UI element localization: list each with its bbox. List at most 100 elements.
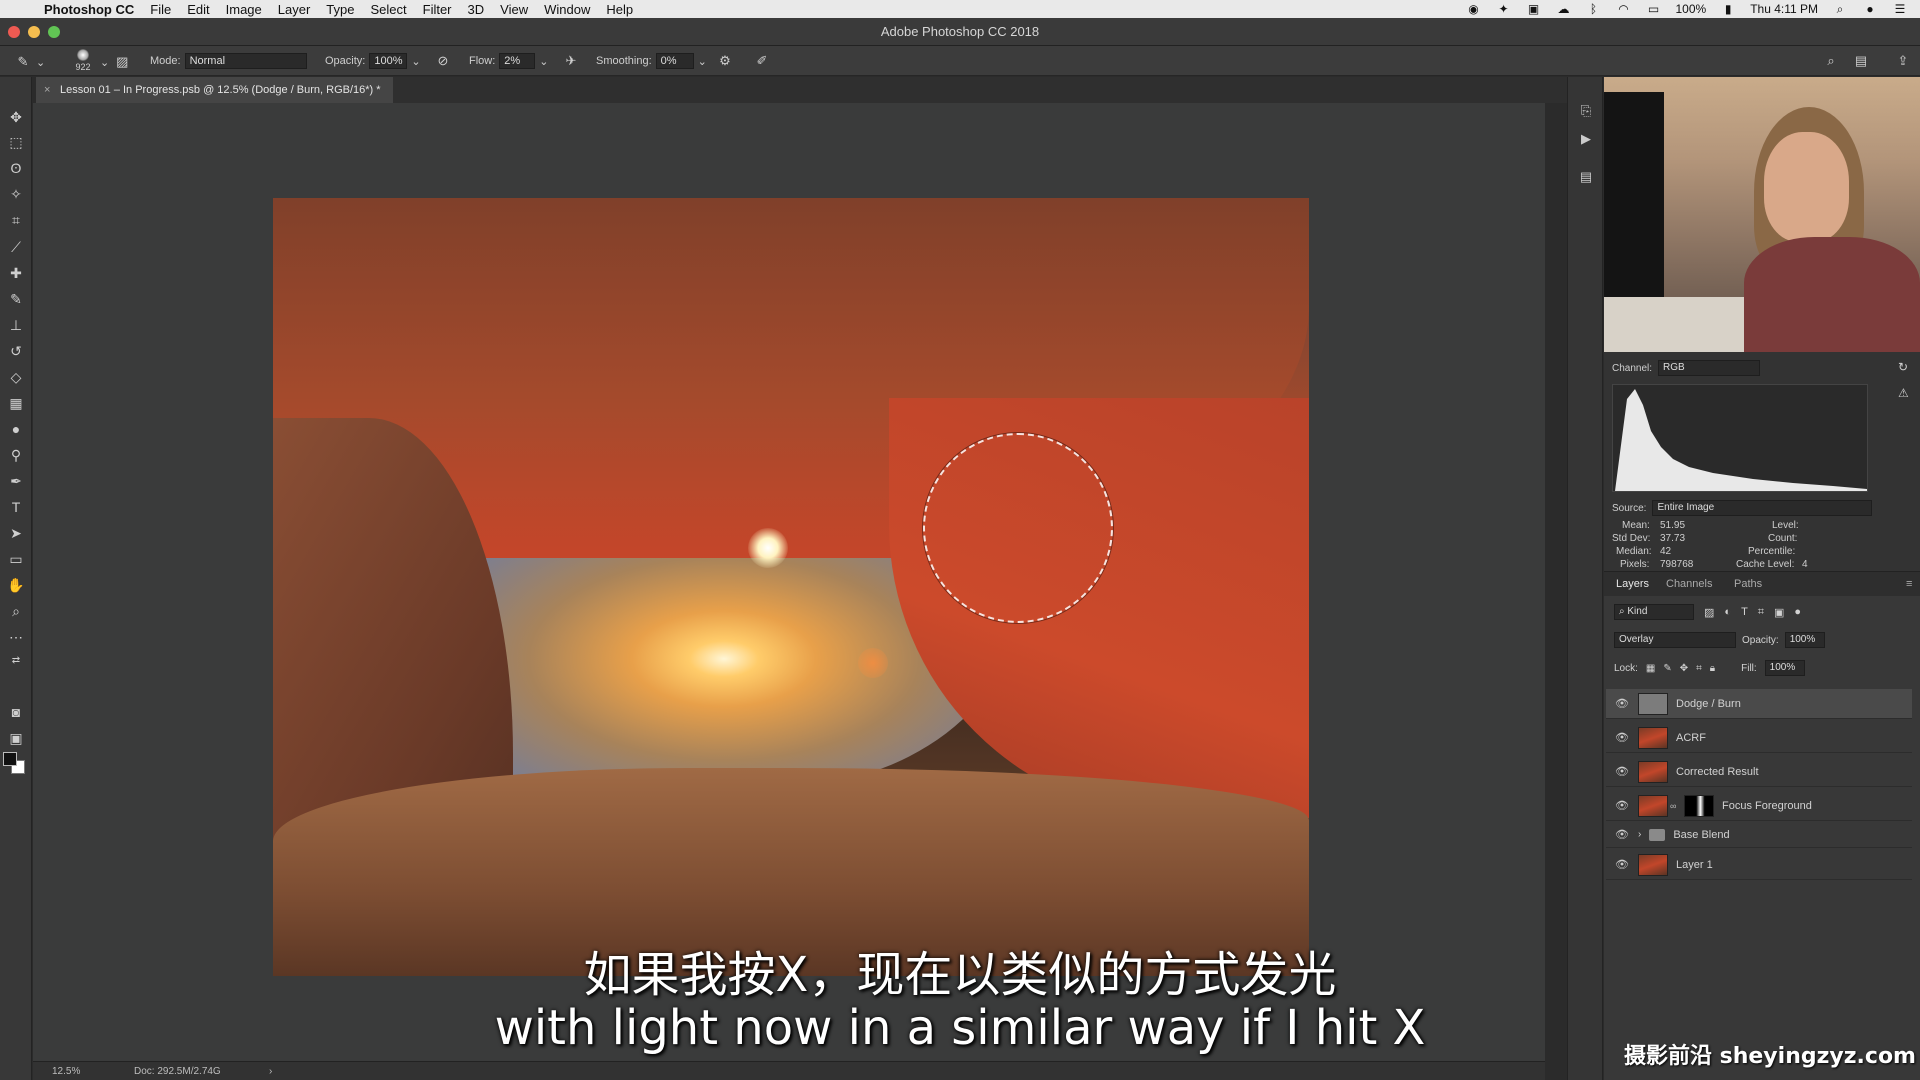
filter-toggle-icon[interactable]: ● [1794, 606, 1801, 618]
clone-stamp-tool-icon[interactable]: ⊥ [6, 315, 26, 335]
actions-play-icon[interactable]: ▶ [1577, 130, 1595, 148]
panel-menu-icon[interactable]: ≡ [1906, 578, 1912, 590]
marquee-tool-icon[interactable]: ⬚ [6, 132, 26, 152]
kind-filter-select[interactable]: ⌕ Kind [1614, 604, 1694, 620]
gradient-tool-icon[interactable]: ▦ [6, 393, 26, 413]
type-filter-icon[interactable]: T [1741, 606, 1748, 618]
close-tab-icon[interactable]: × [44, 77, 50, 103]
layer-row-layer-1[interactable]: 👁︎ Layer 1 [1606, 850, 1912, 880]
mode-select[interactable]: Normal [184, 53, 307, 69]
menu-image[interactable]: Image [226, 2, 262, 17]
pixel-filter-icon[interactable]: ▨ [1704, 606, 1714, 619]
fill-input[interactable]: 100% [1764, 660, 1805, 676]
pressure-size-icon[interactable]: ✐ [753, 52, 771, 70]
layer-row-focus-foreground[interactable]: 👁︎ ∞ Focus Foreground [1606, 791, 1912, 821]
chevron-down-icon[interactable]: ⌄ [698, 55, 707, 68]
hand-tool-icon[interactable]: ✋ [6, 575, 26, 595]
bluetooth-icon[interactable]: ᛒ [1585, 3, 1601, 15]
chevron-right-icon[interactable]: › [1638, 829, 1641, 840]
history-panel-icon[interactable]: ⎘ [1577, 102, 1595, 120]
share-icon[interactable]: ⇪ [1894, 52, 1912, 70]
menu-filter[interactable]: Filter [423, 2, 452, 17]
airplay-icon[interactable]: ▭ [1645, 3, 1661, 15]
layer-row-base-blend[interactable]: 👁︎ › Base Blend [1606, 822, 1912, 848]
eye-icon[interactable]: 👁︎ [1612, 799, 1632, 812]
airbrush-icon[interactable]: ✈ [562, 52, 580, 70]
lock-transparency-icon[interactable]: ▦ [1646, 663, 1655, 674]
move-tool-icon[interactable]: ✥ [6, 107, 26, 127]
libraries-panel-icon[interactable]: ▤ [1577, 168, 1595, 186]
lock-position-icon[interactable]: ✥ [1680, 663, 1688, 674]
crop-tool-icon[interactable]: ⌗ [6, 210, 26, 230]
zoom-level[interactable]: 12.5% [52, 1066, 80, 1077]
gear-icon[interactable]: ⚙ [716, 52, 734, 70]
menu-layer[interactable]: Layer [278, 2, 311, 17]
shape-filter-icon[interactable]: ⌗ [1758, 606, 1764, 619]
pen-tool-icon[interactable]: ✒ [6, 471, 26, 491]
siri-icon[interactable]: ● [1862, 3, 1878, 15]
magic-wand-tool-icon[interactable]: ✧ [6, 184, 26, 204]
tab-paths[interactable]: Paths [1734, 578, 1762, 590]
healing-brush-tool-icon[interactable]: ✚ [6, 263, 26, 283]
menu-3d[interactable]: 3D [468, 2, 485, 17]
notification-center-icon[interactable]: ☰ [1892, 3, 1908, 15]
workspace-icon[interactable]: ▤ [1852, 52, 1870, 70]
path-selection-tool-icon[interactable]: ➤ [6, 523, 26, 543]
eye-icon[interactable]: 👁︎ [1612, 731, 1632, 744]
blend-mode-select[interactable]: Overlay [1614, 632, 1736, 648]
record-icon[interactable]: ◉ [1465, 3, 1481, 15]
screen-mode-icon[interactable]: ▣ [6, 728, 26, 748]
menu-file[interactable]: File [150, 2, 171, 17]
brush-tool-icon[interactable]: ✎ [6, 289, 26, 309]
eye-icon[interactable]: 👁︎ [1612, 858, 1632, 871]
quick-mask-icon[interactable]: ◙ [6, 702, 26, 722]
zoom-tool-icon[interactable]: ⌕ [6, 601, 26, 621]
menu-help[interactable]: Help [606, 2, 633, 17]
eraser-tool-icon[interactable]: ◇ [6, 367, 26, 387]
wifi-icon[interactable]: ◠ [1615, 3, 1631, 15]
document-tab[interactable]: × Lesson 01 – In Progress.psb @ 12.5% (D… [36, 77, 393, 103]
layer-opacity-input[interactable]: 100% [1784, 632, 1825, 648]
more-tools-icon[interactable]: ⋯ [6, 627, 26, 647]
layer-row-acrf[interactable]: 👁︎ ACRF [1606, 723, 1912, 753]
tab-layers[interactable]: Layers [1616, 578, 1649, 590]
layer-mask-thumbnail[interactable] [1684, 794, 1714, 817]
battery-icon[interactable]: ▮ [1720, 3, 1736, 15]
swap-colors-icon[interactable]: ⇄ [6, 650, 26, 670]
smoothing-input[interactable]: 0% [655, 53, 694, 69]
refresh-icon[interactable]: ↻ [1898, 360, 1908, 374]
chevron-down-icon[interactable]: ⌄ [411, 55, 420, 68]
lock-all-icon[interactable]: 🔒︎ [1710, 663, 1715, 674]
lock-artboard-icon[interactable]: ⌗ [1696, 663, 1702, 674]
tool-preset-picker[interactable]: ✎ ⌄ [14, 53, 46, 71]
eye-icon[interactable]: 👁︎ [1612, 697, 1632, 710]
search-icon[interactable]: ⌕ [1822, 52, 1840, 70]
warning-icon[interactable]: ⚠ [1898, 386, 1909, 400]
blur-tool-icon[interactable]: ● [6, 419, 26, 439]
chevron-down-icon[interactable]: ⌄ [539, 55, 548, 68]
canvas-area[interactable] [33, 103, 1545, 1061]
smart-object-filter-icon[interactable]: ▣ [1774, 606, 1784, 619]
eye-icon[interactable]: 👁︎ [1612, 765, 1632, 778]
menu-select[interactable]: Select [370, 2, 406, 17]
link-icon[interactable]: ∞ [1670, 801, 1678, 811]
dropbox-icon[interactable]: ✦ [1495, 3, 1511, 15]
type-tool-icon[interactable]: T [6, 497, 26, 517]
opacity-input[interactable]: 100% [369, 53, 408, 69]
pressure-opacity-icon[interactable]: ⊘ [434, 52, 452, 70]
eye-icon[interactable]: 👁︎ [1612, 828, 1632, 841]
status-menu-icon[interactable]: › [269, 1066, 272, 1077]
menu-view[interactable]: View [500, 2, 528, 17]
menu-window[interactable]: Window [544, 2, 590, 17]
brush-settings-toggle[interactable]: ⌄ ▨ [100, 53, 131, 71]
spotlight-search-icon[interactable]: ⌕ [1832, 3, 1848, 15]
source-select[interactable]: Entire Image [1652, 500, 1873, 516]
flow-input[interactable]: 2% [499, 53, 536, 69]
adjustment-filter-icon[interactable]: ◐ [1724, 606, 1731, 618]
rectangle-tool-icon[interactable]: ▭ [6, 549, 26, 569]
channel-select[interactable]: RGB [1658, 360, 1761, 376]
eyedropper-tool-icon[interactable]: ⟋ [6, 237, 26, 257]
brush-preset-picker[interactable]: 922 [72, 49, 94, 72]
layer-row-corrected-result[interactable]: 👁︎ Corrected Result [1606, 757, 1912, 787]
foreground-color-swatch[interactable] [3, 752, 17, 766]
